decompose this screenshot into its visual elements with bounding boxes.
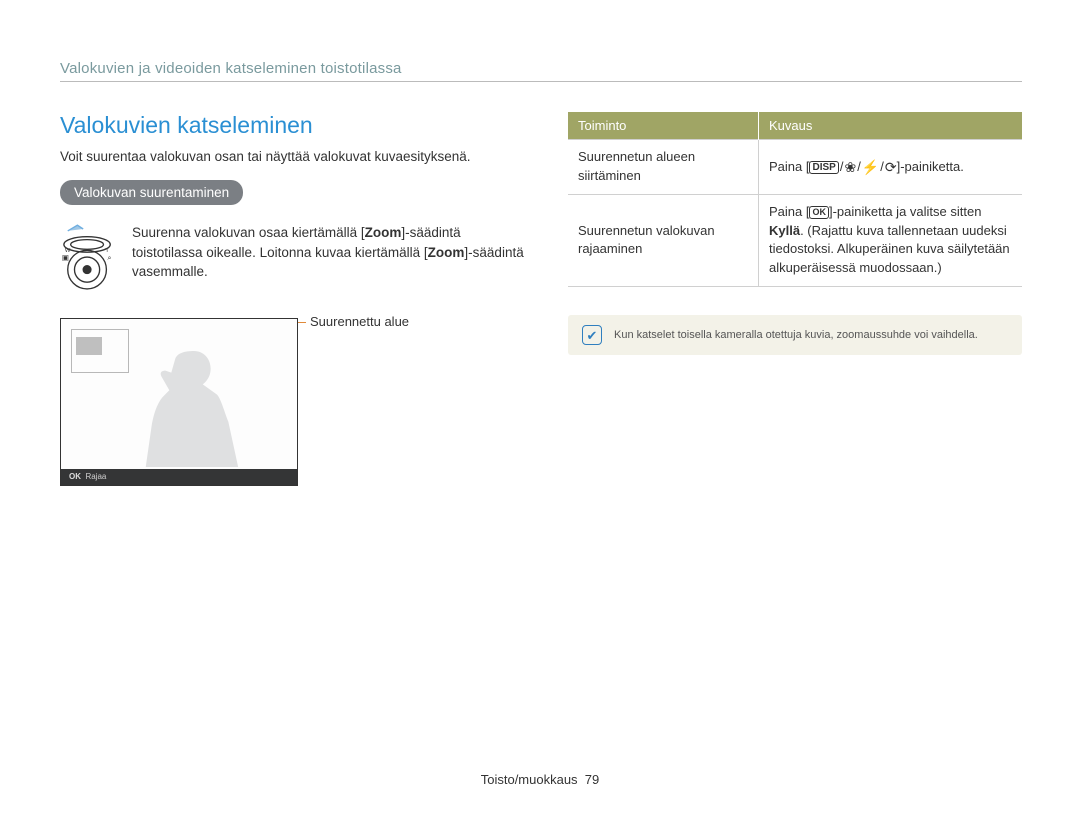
flower-down-icon: ❀	[844, 159, 856, 175]
disp-button-icon: DISP	[809, 161, 838, 174]
timer-right-icon: ⟳	[885, 159, 897, 175]
photo-preview: OK Rajaa	[60, 318, 298, 486]
zoom-instruction-text: Suurenna valokuvan osaa kiertämällä [Zoo…	[132, 223, 530, 282]
left-column: Valokuvien katseleminen Voit suurentaa v…	[60, 112, 530, 486]
zoom-dial-icon: W ▣ T ⌕	[60, 223, 118, 298]
note-check-icon: ✔	[582, 325, 602, 345]
table-header-col2: Kuvaus	[759, 112, 1023, 140]
page-header: Valokuvien ja videoiden katseleminen toi…	[60, 60, 1022, 82]
ok-label: OK	[69, 472, 81, 481]
table-cell-func1: Suurennetun alueen siirtäminen	[568, 140, 759, 195]
annotation-label: Suurennettu alue	[310, 314, 409, 329]
preview-footer-label: Rajaa	[85, 472, 106, 481]
preview-footer: OK Rajaa	[61, 469, 297, 485]
right-column: Toiminto Kuvaus Suurennetun alueen siirt…	[568, 112, 1022, 486]
intro-text: Voit suurentaa valokuvan osan tai näyttä…	[60, 149, 530, 164]
annotation-area: Suurennettu alue OK Rajaa	[60, 318, 530, 486]
flash-left-icon: ⚡	[862, 159, 879, 175]
note-text: Kun katselet toisella kameralla otettuja…	[614, 329, 978, 341]
table-cell-desc1: Paina [DISP/❀/⚡/⟳]-painiketta.	[759, 140, 1023, 195]
svg-text:▣: ▣	[62, 253, 69, 262]
ok-button-icon: OK	[809, 206, 829, 219]
page-footer: Toisto/muokkaus 79	[0, 772, 1080, 787]
table-row: Suurennetun valokuvan rajaaminen Paina […	[568, 194, 1022, 286]
note-box: ✔ Kun katselet toisella kameralla otettu…	[568, 315, 1022, 355]
svg-text:⌕: ⌕	[107, 253, 111, 262]
zoom-region-fill	[76, 337, 102, 355]
function-table: Toiminto Kuvaus Suurennetun alueen siirt…	[568, 112, 1022, 287]
zoom-region-outline	[71, 329, 129, 373]
silhouette-figure	[139, 349, 239, 467]
table-cell-desc2: Paina [OK]-painiketta ja valitse sitten …	[759, 194, 1023, 286]
table-header-col1: Toiminto	[568, 112, 759, 140]
section-title: Valokuvien katseleminen	[60, 112, 530, 139]
table-row: Suurennetun alueen siirtäminen Paina [DI…	[568, 140, 1022, 195]
subheading-pill: Valokuvan suurentaminen	[60, 180, 243, 205]
table-cell-func2: Suurennetun valokuvan rajaaminen	[568, 194, 759, 286]
